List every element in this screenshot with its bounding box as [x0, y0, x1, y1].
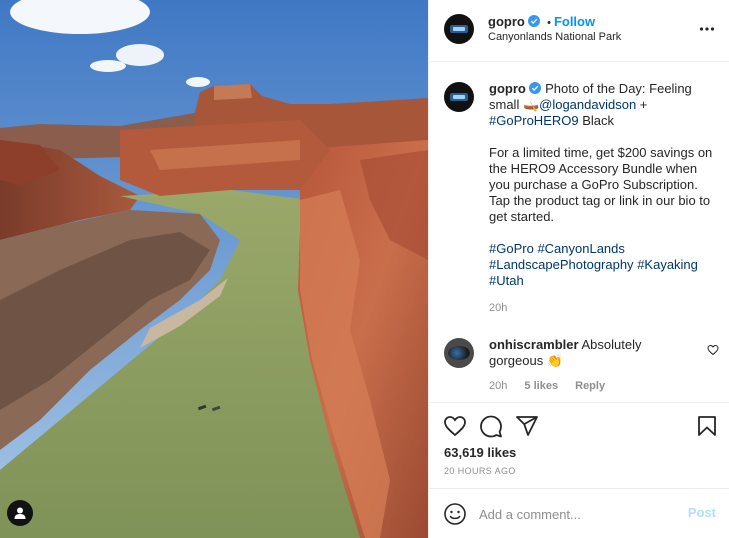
post-header: gopro • Follow Canyonlands National Park [429, 0, 729, 62]
caption-avatar[interactable] [444, 82, 474, 112]
comment-timestamp[interactable]: 20h [489, 380, 507, 392]
verified-badge-icon [528, 15, 541, 27]
verified-badge-icon [529, 82, 542, 94]
caption-timestamp[interactable]: 20h [489, 302, 507, 314]
more-options-icon[interactable] [698, 20, 716, 38]
hashtag-link[interactable]: #Utah [489, 273, 524, 288]
comment-input[interactable] [479, 503, 669, 525]
hashtag-link[interactable]: #GoProHERO9 [489, 113, 579, 128]
comment-like-heart-icon[interactable] [707, 344, 719, 356]
gopro-logo-icon [450, 25, 468, 33]
mention-link[interactable]: @logandavidson [539, 97, 636, 112]
clap-emoji: 👏 [546, 353, 564, 368]
gopro-logo-icon [450, 93, 468, 101]
kayak-emoji: 🛶 [522, 97, 540, 112]
add-comment-bar: Post [429, 488, 729, 538]
hashtag-link[interactable]: #GoPro [489, 241, 534, 256]
separator-dot: • [547, 17, 551, 29]
commenter-avatar[interactable] [444, 338, 474, 368]
post-comment-button[interactable]: Post [688, 505, 716, 520]
person-icon [14, 507, 26, 519]
comment-likes[interactable]: 5 likes [524, 380, 558, 392]
follow-button[interactable]: Follow [554, 14, 595, 29]
avatar[interactable] [444, 14, 474, 44]
reply-button[interactable]: Reply [575, 380, 605, 392]
hashtag-link[interactable]: #CanyonLands [537, 241, 624, 256]
post-actions: 63,619 likes 20 HOURS AGO [429, 402, 729, 488]
post-photo[interactable] [0, 0, 428, 538]
bookmark-icon[interactable] [695, 414, 719, 438]
user-tag-button[interactable] [7, 500, 33, 526]
comment-bubble-icon[interactable] [479, 414, 503, 438]
hashtag-link[interactable]: #Kayaking [637, 257, 698, 272]
emoji-smiley-icon[interactable] [443, 502, 467, 526]
caption-paragraph: For a limited time, get $200 savings on … [489, 145, 713, 224]
like-heart-icon[interactable] [443, 414, 467, 438]
caption-username[interactable]: gopro [489, 81, 526, 96]
header-user-line: gopro • Follow [488, 14, 595, 29]
caption-plus: + [636, 97, 648, 112]
caption-hashtags: #GoPro #CanyonLands #LandscapePhotograph… [489, 241, 721, 289]
canyon-photo [0, 0, 428, 538]
post-side-panel: gopro • Follow Canyonlands National Park … [428, 0, 729, 538]
comment: onhiscrambler Absolutely gorgeous 👏 [489, 337, 699, 369]
hashtag-link[interactable]: #LandscapePhotography [489, 257, 634, 272]
post-time-ago[interactable]: 20 HOURS AGO [444, 466, 516, 476]
caption-text: Black [578, 113, 614, 128]
likes-count[interactable]: 63,619 likes [444, 445, 516, 460]
share-paper-plane-icon[interactable] [515, 414, 539, 438]
post-caption: gopro Photo of the Day: Feeling small 🛶@… [489, 81, 721, 289]
comment-meta: 20h 5 likes Reply [489, 380, 619, 392]
post-username[interactable]: gopro [488, 14, 525, 29]
commenter-username[interactable]: onhiscrambler [489, 337, 579, 352]
location-link[interactable]: Canyonlands National Park [488, 31, 621, 43]
